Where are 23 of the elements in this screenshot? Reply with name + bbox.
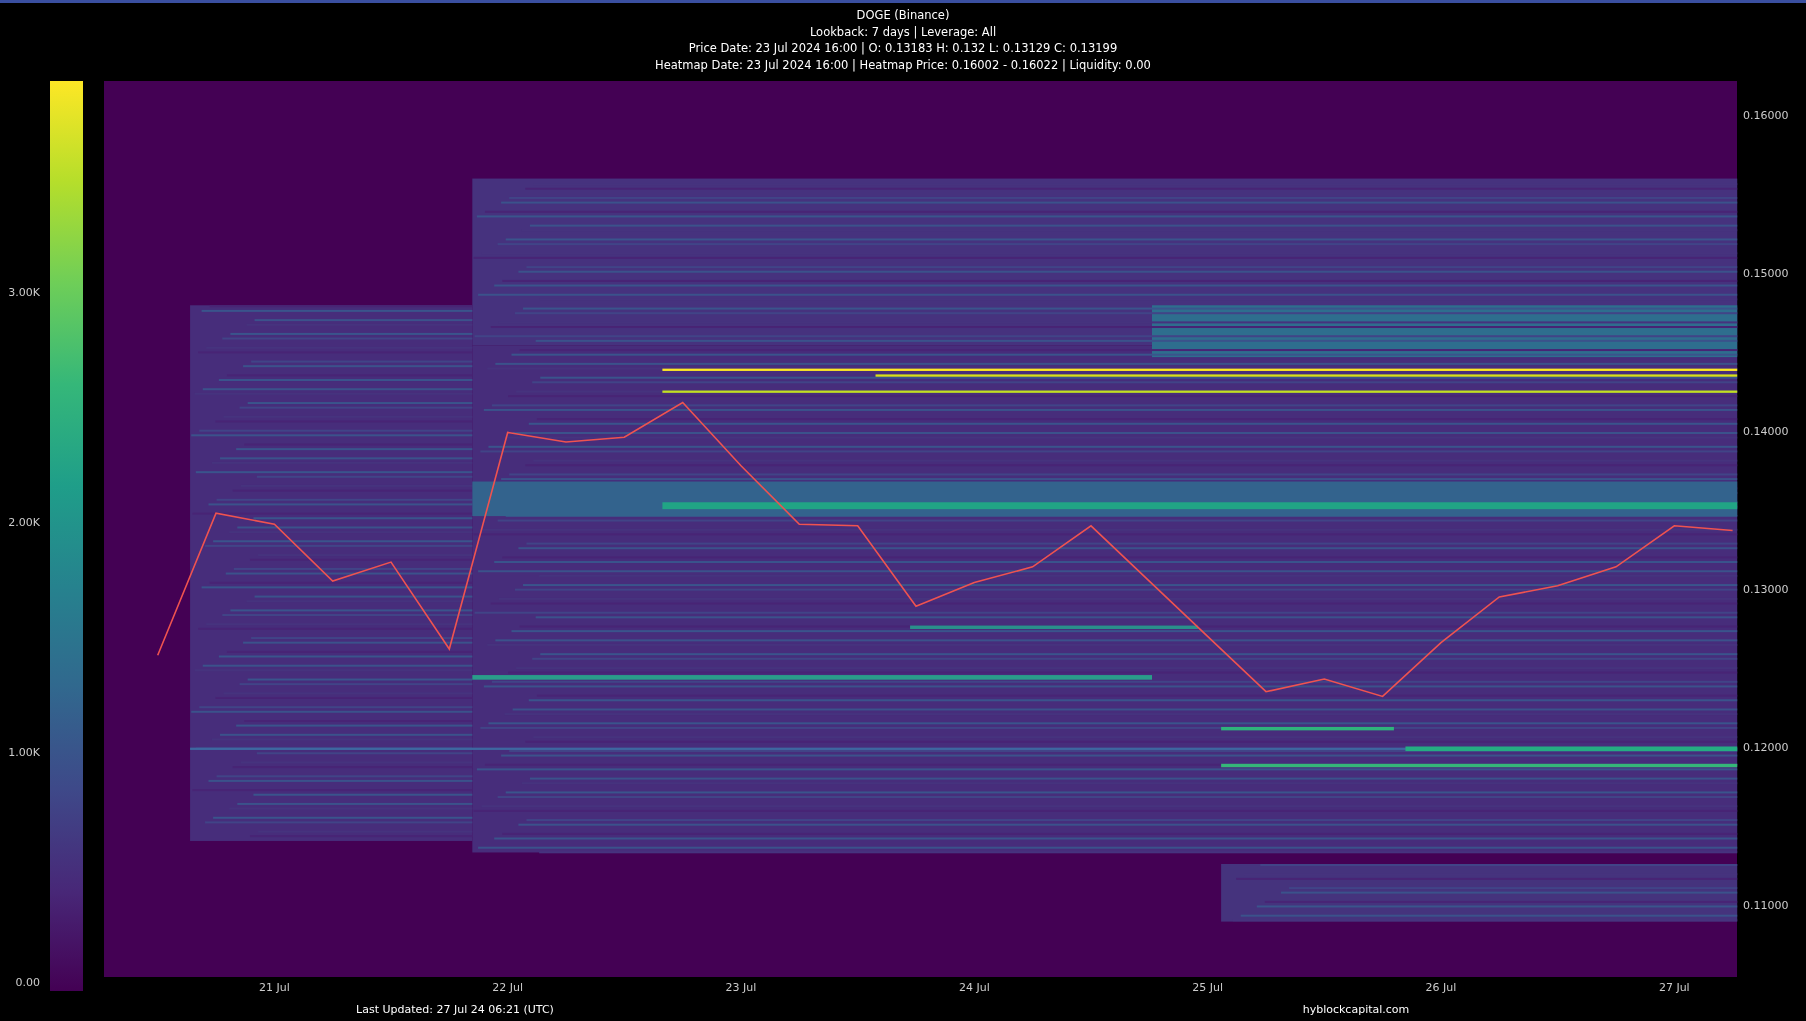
axis-tick-label: 0.13000 bbox=[1743, 582, 1789, 596]
color-scale-label: 0.00 bbox=[15, 976, 40, 989]
chart-title: DOGE (Binance) bbox=[856, 7, 950, 24]
axis-tick-label: 25 Jul bbox=[1192, 981, 1223, 994]
axis-tick-label: 23 Jul bbox=[725, 981, 757, 994]
color-scale-label: 1.00K bbox=[8, 746, 40, 759]
color-scale-label: 2.00K bbox=[8, 516, 40, 529]
last-updated-text: Last Updated: 27 Jul 24 06:21 (UTC) bbox=[355, 1003, 555, 1016]
color-scale-label: 3.00K bbox=[8, 286, 40, 299]
axis-tick-label: 21 Jul bbox=[259, 981, 290, 994]
axis-tick-label: 0.15000 bbox=[1743, 266, 1789, 280]
axis-tick-label: 0.14000 bbox=[1743, 424, 1789, 438]
source-text: hyblockcapital.com bbox=[1301, 1003, 1411, 1016]
chart-info-line: Price Date: 23 Jul 2024 16:00 | O: 0.13183 H: 0.132 L: 0.13129 C: 0.13199 bbox=[688, 40, 1118, 57]
chart-info-line: Lookback: 7 days | Leverage: All bbox=[809, 23, 997, 40]
axis-tick-label: 0.16000 bbox=[1743, 108, 1789, 122]
axis-tick-label: 0.11000 bbox=[1743, 898, 1789, 912]
axis-tick-label: 0.12000 bbox=[1743, 740, 1789, 754]
axis-tick-label: 22 Jul bbox=[492, 981, 524, 994]
axis-tick-label: 24 Jul bbox=[958, 981, 990, 994]
chart-info-line: Heatmap Date: 23 Jul 2024 16:00 | Heatmap Price: 0.16002 - 0.16022 | Liquidity: 0.00 bbox=[655, 56, 1151, 73]
axis-tick-label: 26 Jul bbox=[1425, 981, 1457, 994]
axis-tick-label: 27 Jul bbox=[1658, 981, 1690, 994]
